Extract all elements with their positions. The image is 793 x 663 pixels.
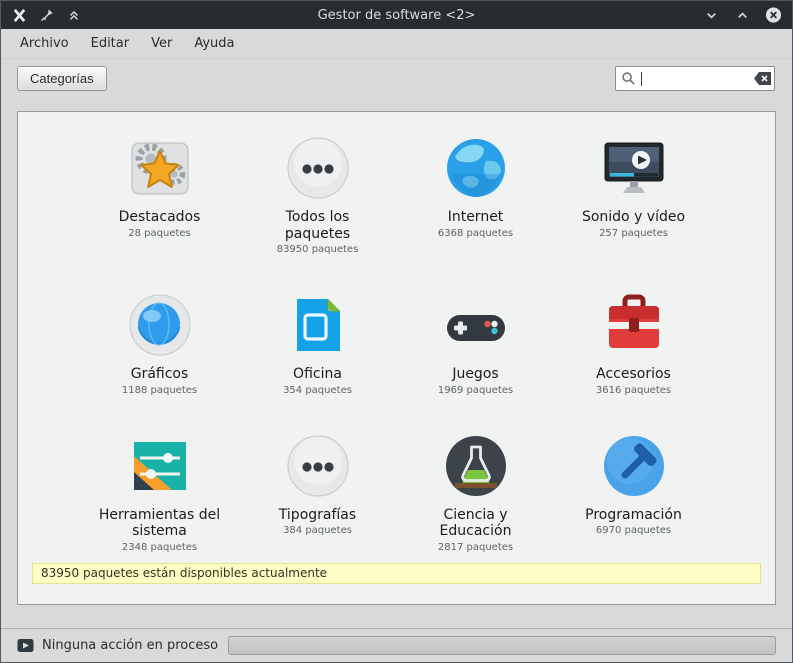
- category-name: Sonido y vídeo: [581, 209, 686, 225]
- window-spacer: [1, 605, 792, 628]
- info-message-bar: 83950 paquetes están disponibles actualm…: [32, 563, 761, 584]
- pin-icon[interactable]: [38, 7, 55, 24]
- category-count: 6970 paquetes: [595, 525, 672, 537]
- menu-ayuda[interactable]: Ayuda: [185, 32, 243, 55]
- chevron-down-icon[interactable]: [703, 7, 720, 24]
- category-name: Destacados: [118, 209, 201, 225]
- category-tile-programacion[interactable]: Programación 6970 paquetes: [555, 432, 713, 553]
- category-tile-herramientas-del-sistema[interactable]: Herramientas del sistema 2348 paquetes: [81, 432, 239, 553]
- search-icon: [621, 71, 636, 86]
- category-name: Oficina: [293, 366, 342, 383]
- titlebar[interactable]: Gestor de software <2>: [1, 1, 792, 29]
- status-text: Ninguna acción en proceso: [42, 638, 219, 653]
- statusbar: Ninguna acción en proceso: [1, 628, 792, 662]
- categories-grid: Destacados 28 paquetes Todos los paquete…: [18, 112, 775, 553]
- category-count: 6368 paquetes: [437, 227, 514, 239]
- category-count: 1969 paquetes: [437, 384, 514, 396]
- category-name: Internet: [447, 209, 504, 225]
- shade-icon[interactable]: [65, 7, 82, 24]
- category-count: 1188 paquetes: [121, 384, 198, 396]
- categories-button[interactable]: Categorías: [17, 66, 107, 91]
- category-tile-accesorios[interactable]: Accesorios 3616 paquetes: [555, 291, 713, 396]
- category-count: 384 paquetes: [283, 525, 352, 537]
- category-tile-destacados[interactable]: Destacados 28 paquetes: [81, 134, 239, 255]
- sliders-icon: [126, 432, 194, 500]
- close-icon[interactable]: [765, 7, 782, 24]
- category-name: Todos los paquetes: [284, 209, 351, 242]
- category-count: 2348 paquetes: [121, 541, 198, 553]
- progress-bar: [228, 636, 776, 655]
- search-input[interactable]: [615, 66, 775, 91]
- app-window: Gestor de software <2> Archivo Editar Ve…: [0, 0, 793, 663]
- category-tile-ciencia-y-educacion[interactable]: Ciencia y Educación 2817 paquetes: [397, 432, 555, 553]
- category-count: 3616 paquetes: [595, 384, 672, 396]
- menu-archivo[interactable]: Archivo: [11, 32, 78, 55]
- category-count: 354 paquetes: [283, 384, 352, 396]
- gamepad-icon: [442, 291, 510, 359]
- category-name: Tipografías: [278, 506, 357, 523]
- category-tile-tipografias[interactable]: Tipografías 384 paquetes: [239, 432, 397, 553]
- maximize-icon[interactable]: [734, 7, 751, 24]
- category-count: 83950 paquetes: [276, 244, 359, 256]
- menubar: Archivo Editar Ver Ayuda: [1, 29, 792, 59]
- category-tile-sonido-y-video[interactable]: Sonido y vídeo 257 paquetes: [555, 134, 713, 255]
- category-name: Herramientas del sistema: [98, 506, 221, 540]
- menu-ver[interactable]: Ver: [142, 32, 181, 55]
- category-name: Accesorios: [596, 366, 671, 383]
- category-name: Juegos: [452, 366, 499, 383]
- toolbar: Categorías: [1, 59, 792, 99]
- dots-circle-icon: [284, 134, 352, 202]
- flask-icon: [442, 432, 510, 500]
- monitor-play-icon: [600, 134, 668, 202]
- menu-editar[interactable]: Editar: [82, 32, 139, 55]
- text-cursor: [641, 71, 642, 86]
- hammer-icon: [600, 432, 668, 500]
- category-name: Gráficos: [130, 366, 189, 383]
- category-tile-graficos[interactable]: Gráficos 1188 paquetes: [81, 291, 239, 396]
- category-name: Programación: [585, 506, 682, 523]
- app-icon: [11, 7, 28, 24]
- gears-star-icon: [126, 134, 194, 202]
- category-count: 257 paquetes: [599, 227, 668, 239]
- category-tile-juegos[interactable]: Juegos 1969 paquetes: [397, 291, 555, 396]
- status-icon: [17, 638, 34, 653]
- category-name: Ciencia y Educación: [439, 506, 512, 540]
- category-tile-oficina[interactable]: Oficina 354 paquetes: [239, 291, 397, 396]
- toolbox-icon: [600, 291, 668, 359]
- categories-panel: Destacados 28 paquetes Todos los paquete…: [17, 111, 776, 605]
- sphere-icon: [126, 291, 194, 359]
- globe-icon: [442, 134, 510, 202]
- category-tile-internet[interactable]: Internet 6368 paquetes: [397, 134, 555, 255]
- category-tile-todos-los-paquetes[interactable]: Todos los paquetes 83950 paquetes: [239, 134, 397, 255]
- category-count: 28 paquetes: [128, 227, 191, 239]
- category-count: 2817 paquetes: [437, 541, 514, 553]
- window-title: Gestor de software <2>: [317, 7, 476, 23]
- dots-circle-icon: [284, 432, 352, 500]
- document-icon: [284, 291, 352, 359]
- clear-search-icon[interactable]: [753, 71, 772, 86]
